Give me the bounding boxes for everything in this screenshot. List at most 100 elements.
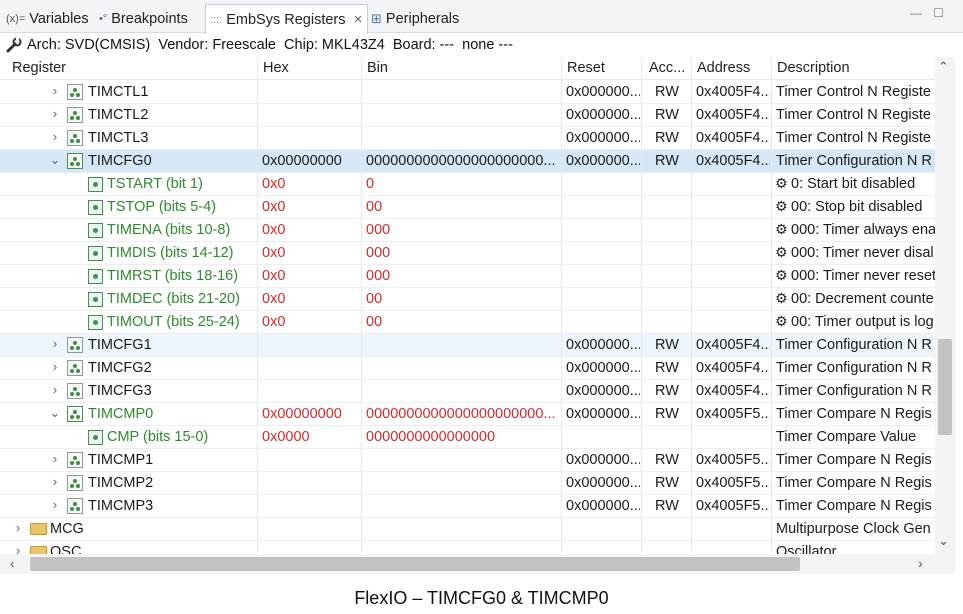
figure-caption: FlexIO – TIMCFG0 & TIMCMP0 — [354, 588, 609, 608]
field-bin-value[interactable]: 00 — [366, 199, 558, 215]
collapse-chevron-icon[interactable]: ⌄ — [49, 405, 61, 421]
column-divider[interactable] — [561, 57, 562, 554]
peripheral-description: Multipurpose Clock Gen — [776, 521, 931, 537]
expand-chevron-icon[interactable]: › — [12, 543, 24, 554]
expand-chevron-icon[interactable]: › — [49, 451, 61, 466]
register-row[interactable]: › TIMCFG3 0x000000... RW 0x4005F4... Timer Co… — [0, 380, 935, 403]
enum-gear-icon: ⚙ — [775, 198, 788, 214]
register-row[interactable]: ⌄ TIMCMP0 0x00000000 0000000000000000000000… — [0, 403, 935, 426]
column-header-reset[interactable]: Reset — [567, 60, 605, 76]
column-header-hex[interactable]: Hex — [263, 60, 289, 76]
expand-chevron-icon[interactable]: › — [49, 474, 61, 489]
register-hex-value[interactable]: 0x00000000 — [262, 153, 357, 169]
field-row[interactable]: TSTOP (bits 5-4) 0x0 00 ⚙ 00: Stop bit disab… — [0, 196, 935, 219]
register-bin-value[interactable]: 0000000000000000000000... — [366, 153, 558, 169]
column-header-bin[interactable]: Bin — [367, 60, 388, 76]
enum-gear-icon: ⚙ — [775, 221, 788, 237]
column-header-address[interactable]: Address — [697, 60, 750, 76]
peripheral-row[interactable]: › OSC Oscillator — [0, 541, 935, 554]
register-row[interactable]: › TIMCMP2 0x000000... RW 0x4005F5... Timer Co… — [0, 472, 935, 495]
expand-chevron-icon[interactable]: › — [49, 382, 61, 397]
tab-variables[interactable]: (x)= Variables — [6, 4, 89, 33]
scroll-right-icon[interactable]: › — [918, 555, 923, 571]
field-row[interactable]: TIMENA (bits 10-8) 0x0 000 ⚙ 000: Timer alwa… — [0, 219, 935, 242]
register-row[interactable]: › TIMCFG1 0x000000... RW 0x4005F4... Timer Co… — [0, 334, 935, 357]
field-bin-value[interactable]: 00 — [366, 291, 558, 307]
tab-label: Breakpoints — [111, 10, 188, 27]
expand-chevron-icon[interactable]: › — [49, 336, 61, 351]
field-bin-value[interactable]: 0 — [366, 176, 558, 192]
register-bin-value[interactable]: 0000000000000000000000... — [366, 406, 558, 422]
column-header-description[interactable]: Description — [777, 60, 850, 76]
peripherals-icon: ⊞ — [371, 10, 382, 26]
expand-chevron-icon[interactable]: › — [49, 497, 61, 512]
column-header-register[interactable]: Register — [12, 60, 66, 76]
register-row[interactable]: › TIMCTL1 0x000000... RW 0x4005F4... Timer Co… — [0, 81, 935, 104]
register-row[interactable]: › TIMCTL2 0x000000... RW 0x4005F4... Timer Co… — [0, 104, 935, 127]
register-icon — [67, 84, 83, 100]
expand-chevron-icon[interactable]: › — [49, 359, 61, 374]
peripheral-row[interactable]: › MCG Multipurpose Clock Gen — [0, 518, 935, 541]
field-hex-value[interactable]: 0x0000 — [262, 429, 357, 445]
register-row[interactable]: › TIMCMP1 0x000000... RW 0x4005F5... Timer Co… — [0, 449, 935, 472]
column-divider[interactable] — [361, 57, 362, 554]
close-icon[interactable]: ✕ — [354, 13, 363, 26]
tab-breakpoints[interactable]: •° Breakpoints — [99, 4, 188, 33]
field-hex-value[interactable]: 0x0 — [262, 176, 357, 192]
collapse-chevron-icon[interactable]: ⌄ — [49, 152, 61, 168]
minimize-icon[interactable]: — — [910, 6, 922, 20]
register-name: TIMCTL1 — [88, 84, 149, 100]
register-address: 0x4005F5... — [696, 475, 770, 491]
field-bin-value[interactable]: 000 — [366, 245, 558, 261]
field-row[interactable]: TIMDEC (bits 21-20) 0x0 00 ⚙ 00: Decrement c… — [0, 288, 935, 311]
maximize-icon[interactable]: ☐ — [933, 6, 944, 20]
horizontal-scroll-thumb[interactable] — [30, 557, 800, 571]
column-divider[interactable] — [771, 57, 772, 554]
registers-icon: :::: — [210, 13, 223, 26]
field-row[interactable]: TIMDIS (bits 14-12) 0x0 000 ⚙ 000: Timer nev… — [0, 242, 935, 265]
enum-gear-icon: ⚙ — [775, 267, 788, 283]
field-hex-value[interactable]: 0x0 — [262, 245, 357, 261]
expand-chevron-icon[interactable]: › — [12, 520, 24, 535]
register-row[interactable]: › TIMCMP3 0x000000... RW 0x4005F5... Timer Co… — [0, 495, 935, 518]
scroll-down-icon[interactable]: ⌄ — [938, 533, 949, 549]
register-row[interactable]: ⌄ TIMCFG0 0x00000000 0000000000000000000000… — [0, 150, 935, 173]
field-row[interactable]: TIMOUT (bits 25-24) 0x0 00 ⚙ 00: Timer outpu… — [0, 311, 935, 334]
field-bin-value[interactable]: 000 — [366, 268, 558, 284]
field-row[interactable]: CMP (bits 15-0) 0x0000 0000000000000000 Tim… — [0, 426, 935, 449]
horizontal-scrollbar[interactable]: ‹ › — [0, 554, 955, 574]
wrench-icon[interactable] — [6, 37, 22, 53]
tab-embsys-registers[interactable]: :::: EmbSys Registers ✕ — [205, 4, 368, 34]
expand-chevron-icon[interactable]: › — [49, 106, 61, 121]
field-row[interactable]: TIMRST (bits 18-16) 0x0 000 ⚙ 000: Timer nev… — [0, 265, 935, 288]
field-row[interactable]: TSTART (bit 1) 0x0 0 ⚙ 0: Start bit disabled — [0, 173, 935, 196]
column-divider[interactable] — [691, 57, 692, 554]
register-address: 0x4005F4... — [696, 153, 770, 169]
column-divider[interactable] — [257, 57, 258, 554]
enum-gear-icon: ⚙ — [775, 313, 788, 329]
column-divider[interactable] — [641, 57, 642, 554]
register-row[interactable]: › TIMCFG2 0x000000... RW 0x4005F4... Timer Co… — [0, 357, 935, 380]
field-bin-value[interactable]: 0000000000000000 — [366, 429, 558, 445]
tab-peripherals[interactable]: ⊞ Peripherals — [371, 4, 459, 33]
scroll-left-icon[interactable]: ‹ — [10, 555, 15, 571]
register-hex-value[interactable]: 0x00000000 — [262, 406, 357, 422]
expand-chevron-icon[interactable]: › — [49, 83, 61, 98]
field-hex-value[interactable]: 0x0 — [262, 199, 357, 215]
register-address: 0x4005F5... — [696, 498, 770, 514]
register-row[interactable]: › TIMCTL3 0x000000... RW 0x4005F4... Timer Co… — [0, 127, 935, 150]
field-hex-value[interactable]: 0x0 — [262, 222, 357, 238]
field-bin-value[interactable]: 000 — [366, 222, 558, 238]
field-icon — [88, 292, 103, 307]
field-hex-value[interactable]: 0x0 — [262, 314, 357, 330]
register-reset-value: 0x000000... — [566, 452, 640, 468]
scroll-up-icon[interactable]: ⌃ — [938, 59, 949, 75]
expand-chevron-icon[interactable]: › — [49, 129, 61, 144]
vertical-scroll-thumb[interactable] — [938, 339, 952, 435]
field-hex-value[interactable]: 0x0 — [262, 268, 357, 284]
device-info-text: Arch: SVD(CMSIS) Vendor: Freescale Chip:… — [27, 37, 513, 53]
field-bin-value[interactable]: 00 — [366, 314, 558, 330]
vertical-scrollbar[interactable]: ⌃ ⌄ — [935, 57, 955, 554]
field-hex-value[interactable]: 0x0 — [262, 291, 357, 307]
column-header-access[interactable]: Acc... — [649, 60, 687, 76]
